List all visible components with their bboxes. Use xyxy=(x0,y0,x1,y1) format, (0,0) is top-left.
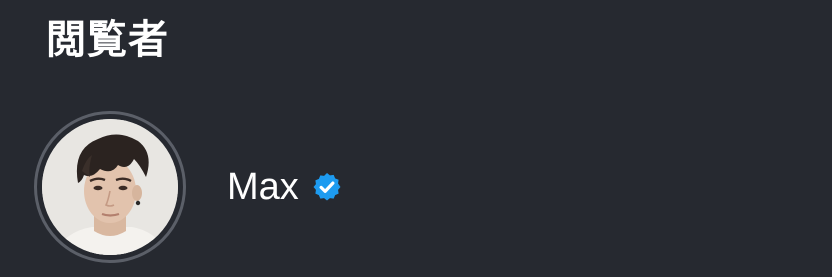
section-title: 閲覧者 xyxy=(46,17,169,63)
avatar[interactable] xyxy=(42,119,178,255)
avatar-ring[interactable] xyxy=(34,111,186,263)
viewer-name-group[interactable]: Max xyxy=(227,164,343,210)
verified-badge-icon xyxy=(311,171,343,203)
viewer-name[interactable]: Max xyxy=(227,164,299,210)
avatar-photo xyxy=(42,119,178,255)
viewer-row[interactable]: Max xyxy=(34,108,814,266)
